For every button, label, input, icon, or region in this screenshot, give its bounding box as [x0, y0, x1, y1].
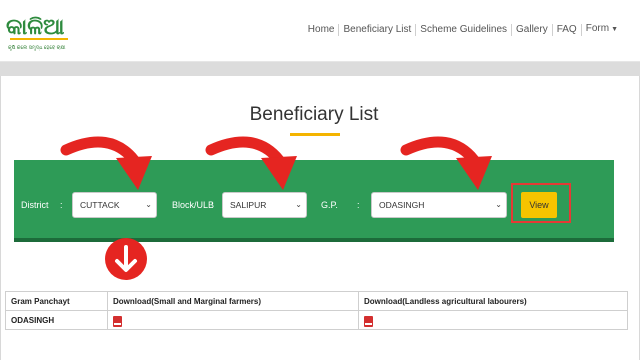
nav-gallery[interactable]: Gallery — [512, 23, 553, 36]
nav-faq[interactable]: FAQ — [553, 23, 582, 36]
block-value: SALIPUR — [230, 200, 267, 210]
chevron-down-icon: ⌄ — [145, 200, 152, 209]
nav-form-label: Form — [585, 23, 610, 34]
kalia-logo[interactable]: କାଳିଆ କୃଷି କଲେ ସମୃଦ୍ଧ ହେବେ ଚାଷୀ — [6, 8, 76, 54]
gp-select[interactable]: ODASINGH ⌄ — [371, 192, 507, 218]
caret-down-icon: ▼ — [611, 26, 618, 33]
header-gram-panchayat: Gram Panchayt — [5, 291, 108, 311]
gp-label: G.P. — [321, 200, 338, 210]
header: କାଳିଆ କୃଷି କଲେ ସମୃଦ୍ଧ ହେବେ ଚାଷୀ Home Ben… — [0, 0, 640, 62]
district-value: CUTTACK — [80, 200, 120, 210]
view-button[interactable]: View — [521, 192, 557, 218]
block-label: Block/ULB — [172, 200, 215, 210]
table-row: ODASINGH — [5, 310, 628, 330]
pdf-icon[interactable] — [364, 315, 373, 327]
district-label: District — [21, 200, 49, 210]
table-header-row: Gram Panchayt Download(Small and Margina… — [5, 291, 628, 311]
nav-beneficiary-list[interactable]: Beneficiary List — [339, 23, 417, 36]
nav-home[interactable]: Home — [304, 23, 340, 36]
page-title: Beneficiary List — [249, 104, 379, 125]
gp-colon: : — [357, 200, 360, 210]
main-nav: Home Beneficiary List Scheme Guidelines … — [304, 23, 622, 36]
nav-scheme-guidelines[interactable]: Scheme Guidelines — [416, 23, 513, 36]
arrow-down-icon — [115, 245, 137, 272]
download-small-marginal-cell — [107, 310, 359, 330]
logo-wordmark: କାଳିଆ — [6, 15, 68, 40]
header-download-landless: Download(Landless agricultural labourers… — [358, 291, 628, 311]
red-arrow-icon — [400, 136, 492, 190]
block-select[interactable]: SALIPUR ⌄ — [222, 192, 307, 218]
district-select[interactable]: CUTTACK ⌄ — [72, 192, 157, 218]
chevron-down-icon: ⌄ — [495, 200, 502, 209]
gram-panchayat-cell: ODASINGH — [5, 310, 108, 330]
beneficiary-table: Gram Panchayt Download(Small and Margina… — [5, 291, 628, 330]
nav-form-dropdown[interactable]: Form ▼ — [582, 23, 622, 36]
gp-value: ODASINGH — [379, 200, 425, 210]
district-colon: : — [60, 200, 63, 210]
logo-text: କାଳିଆ — [6, 15, 64, 40]
download-landless-cell — [358, 310, 628, 330]
chevron-down-icon: ⌄ — [295, 200, 302, 209]
red-arrow-icon — [205, 136, 297, 190]
red-arrow-icon — [60, 136, 152, 190]
block-colon: : — [211, 200, 214, 210]
header-download-small-marginal: Download(Small and Marginal farmers) — [107, 291, 359, 311]
header-divider-band — [0, 62, 640, 76]
down-arrow-badge-icon — [105, 238, 147, 280]
logo-tagline: କୃଷି କଲେ ସମୃଦ୍ଧ ହେବେ ଚାଷୀ — [8, 45, 66, 51]
pdf-icon[interactable] — [113, 315, 122, 327]
